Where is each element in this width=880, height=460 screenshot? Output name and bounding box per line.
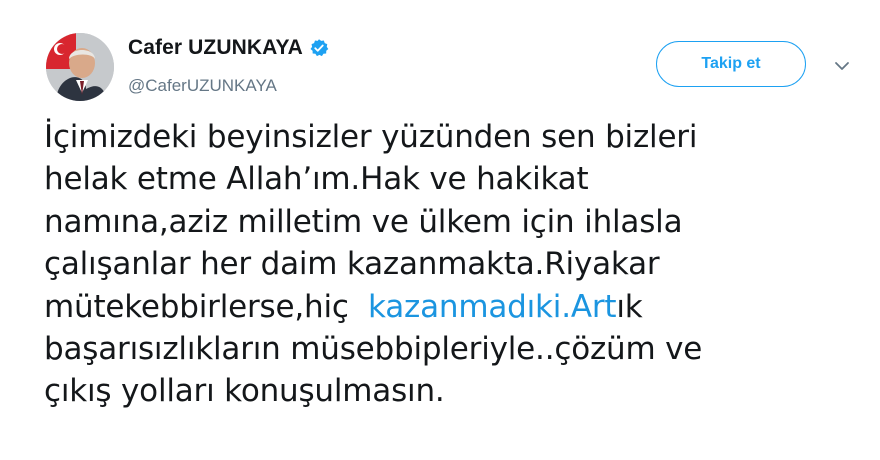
tweet-line: çıkış yolları konuşulmasın. <box>44 373 445 410</box>
tweet-text-segment: ık <box>616 288 643 325</box>
tweet-line: helak etme Allah’ım.Hak ve hakikat <box>44 161 589 198</box>
avatar-image <box>46 33 114 101</box>
tweet-text-segment: mütekebbirlerse,hiç <box>44 288 369 325</box>
tweet-line: başarısızlıkların müsebbipleriyle..çözüm… <box>44 331 703 368</box>
author-name-row[interactable]: Cafer UZUNKAYA <box>128 36 329 60</box>
author-display-name[interactable]: Cafer UZUNKAYA <box>128 36 303 60</box>
tweet-line: namına,aziz milletim ve ülkem için ihlas… <box>44 203 683 240</box>
follow-button[interactable]: Takip et <box>656 41 806 87</box>
chevron-down-icon[interactable] <box>832 56 852 76</box>
tweet-line: İçimizdeki beyinsizler yüzünden sen bizl… <box>44 119 698 155</box>
verified-badge-icon <box>309 38 329 58</box>
tweet-text: İçimizdeki beyinsizler yüzünden sen bizl… <box>44 116 864 413</box>
avatar[interactable] <box>46 33 114 101</box>
tweet-line: çalışanlar her daim kazanmakta.Riyakar <box>44 246 660 283</box>
tweet-link[interactable]: kazanmadıki.Art <box>368 289 617 325</box>
author-handle[interactable]: @CaferUZUNKAYA <box>128 76 277 96</box>
tweet-line-with-link: mütekebbirlerse,hiç kazanmadıki.Artık <box>44 286 864 328</box>
